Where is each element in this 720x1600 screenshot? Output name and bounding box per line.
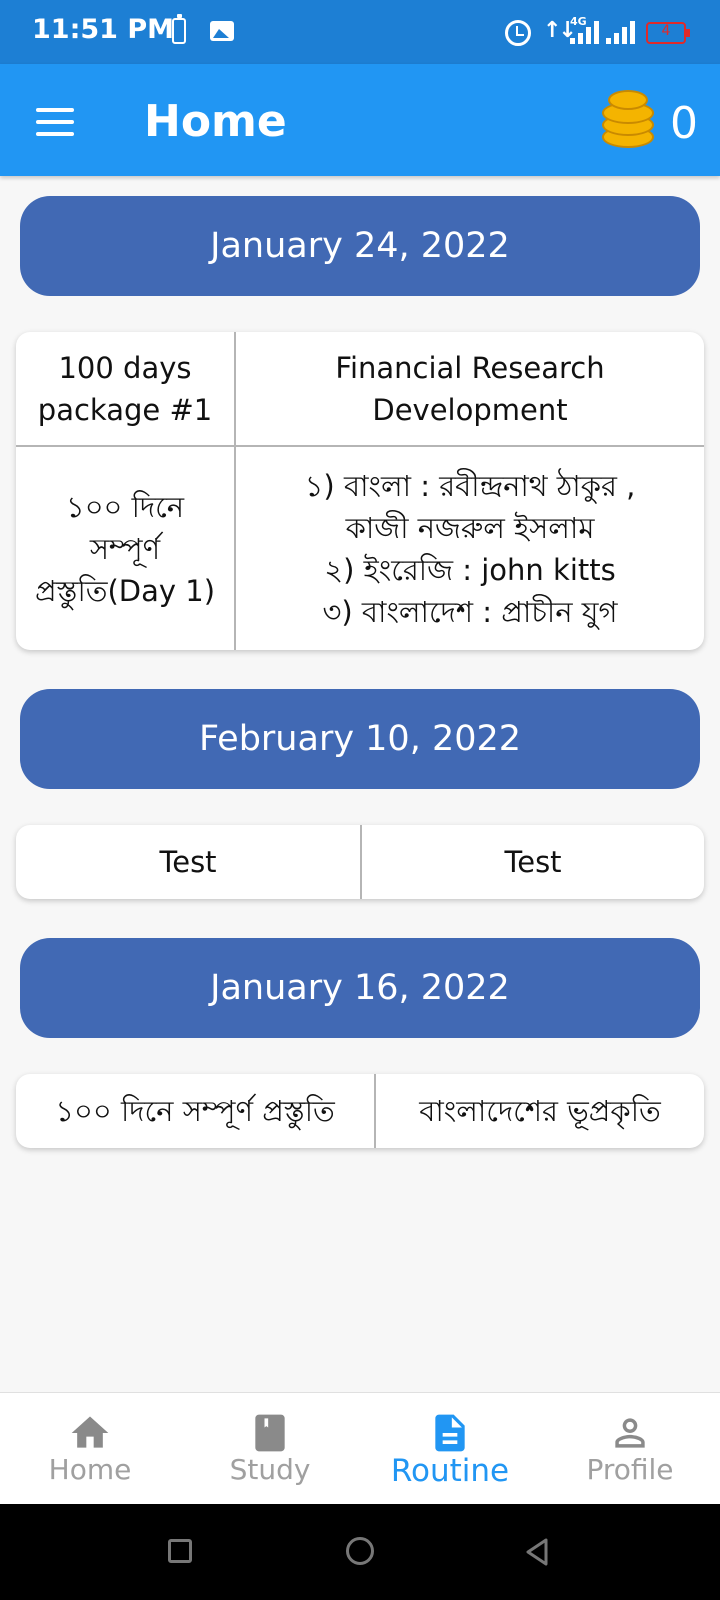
alarm-icon — [505, 20, 531, 46]
column-divider — [234, 332, 236, 650]
back-icon[interactable] — [522, 1537, 552, 1567]
subject-cell: Financial Research Development — [236, 332, 704, 445]
routine-card: Test Test — [16, 825, 704, 899]
battery-icon: 4 — [646, 22, 690, 44]
routine-card: 100 days package #1 Financial Research D… — [16, 332, 704, 650]
package-name-cell: ১০০ দিনে সম্পূর্ণ প্রস্তুতি(Day 1) — [16, 447, 234, 650]
battery-saver-icon — [172, 14, 186, 44]
date-header: January 16, 2022 — [20, 938, 700, 1038]
nav-item-routine[interactable]: Routine — [360, 1393, 540, 1505]
book-icon — [255, 1414, 285, 1452]
subject-name: Test — [504, 845, 562, 879]
app-bar: Home 0 — [0, 64, 720, 176]
system-navigation-bar — [0, 1504, 720, 1600]
package-name: ১০০ দিনে সম্পূর্ণ প্রস্তুতি(Day 1) — [34, 489, 216, 608]
bottom-navigation: Home Study Routine Profile — [0, 1392, 720, 1504]
date-header: January 24, 2022 — [20, 196, 700, 296]
home-circle-icon[interactable] — [346, 1537, 374, 1565]
person-icon — [615, 1418, 645, 1448]
nav-label: Routine — [390, 1453, 510, 1489]
image-notification-icon — [210, 21, 234, 41]
package-name-cell: ১০০ দিনে সম্পূর্ণ প্রস্তুতি — [16, 1074, 374, 1148]
signal-icon — [566, 20, 604, 44]
document-icon — [435, 1414, 465, 1452]
date-header: February 10, 2022 — [20, 689, 700, 789]
package-name-cell: 100 days package #1 — [16, 332, 234, 445]
nav-label: Home — [48, 1453, 132, 1486]
home-icon — [71, 1416, 109, 1448]
package-name: ১০০ দিনে সম্পূর্ণ প্রস্তুতি — [55, 1094, 335, 1128]
recent-apps-icon[interactable] — [168, 1539, 192, 1563]
coins-icon[interactable] — [602, 90, 656, 152]
routine-card: ১০০ দিনে সম্পূর্ণ প্রস্তুতি বাংলাদেশের ভ… — [16, 1074, 704, 1148]
nav-item-home[interactable]: Home — [0, 1393, 180, 1505]
package-name-cell: Test — [16, 825, 360, 899]
status-bar: 11:51 PM ↑↓ 4G 4 — [0, 0, 720, 64]
battery-level: 4 — [661, 23, 671, 39]
coin-count: 0 — [670, 98, 698, 149]
package-name: Test — [159, 845, 217, 879]
topics-cell: ১) বাংলা : রবীন্দ্রনাথ ঠাকুর , কাজী নজরু… — [236, 447, 704, 650]
nav-item-study[interactable]: Study — [180, 1393, 360, 1505]
subject-name: Financial Research Development — [335, 350, 605, 427]
menu-icon[interactable] — [36, 108, 76, 136]
topics-list: ১) বাংলা : রবীন্দ্রনাথ ঠাকুর , কাজী নজরু… — [304, 468, 636, 629]
status-time: 11:51 PM — [32, 14, 175, 45]
nav-label: Profile — [586, 1453, 674, 1486]
nav-item-profile[interactable]: Profile — [540, 1393, 720, 1505]
page-title: Home — [144, 96, 287, 147]
package-name: 100 days package #1 — [37, 350, 213, 427]
subject-name: বাংলাদেশের ভূপ্রকৃতি — [419, 1094, 661, 1128]
subject-cell: Test — [362, 825, 704, 899]
nav-label: Study — [229, 1453, 311, 1486]
signal-icon — [604, 20, 642, 44]
subject-cell: বাংলাদেশের ভূপ্রকৃতি — [376, 1074, 704, 1148]
